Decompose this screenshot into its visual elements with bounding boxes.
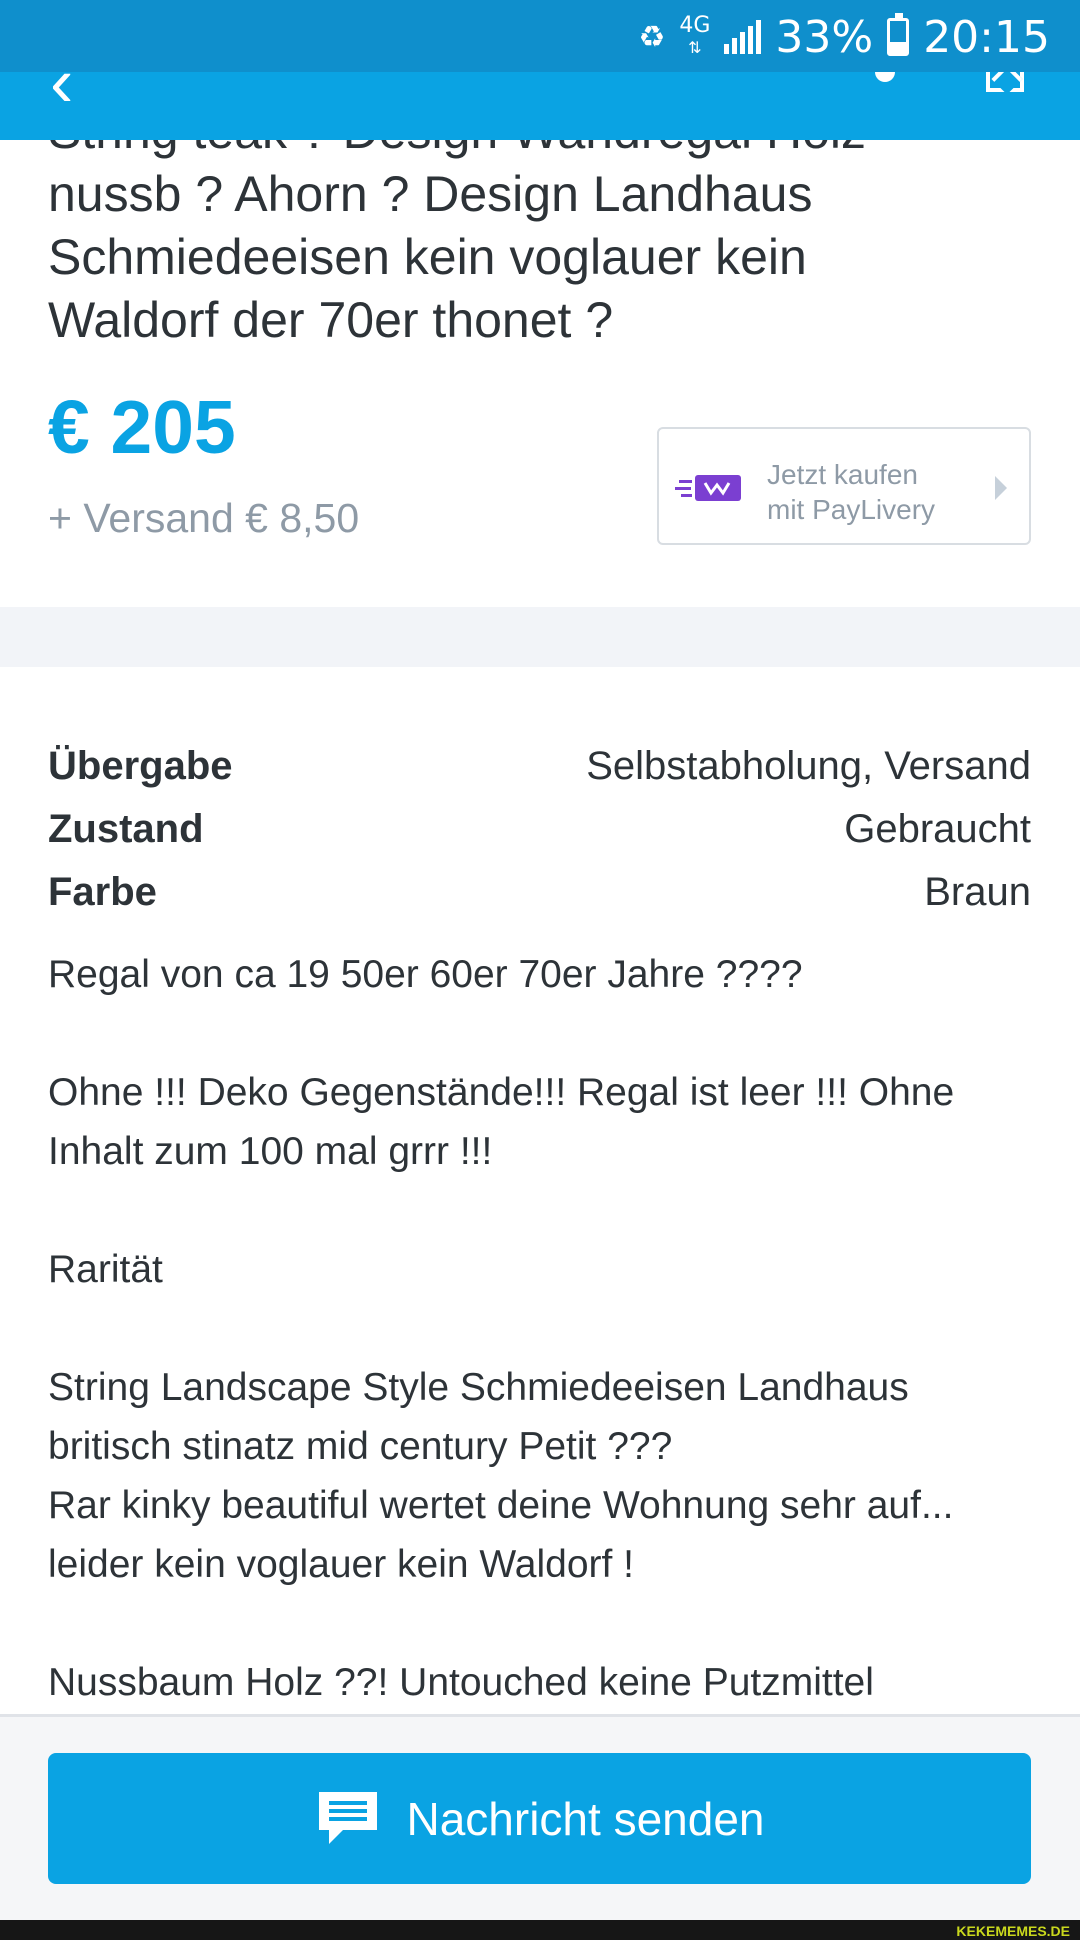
listing-content[interactable]: String teak ? Design Wandregal Holz nuss…	[0, 0, 1080, 1720]
bookmark-icon[interactable]	[986, 72, 1024, 92]
property-row: Farbe Braun	[48, 861, 1031, 924]
title-line: Waldorf der 70er thonet ?	[48, 292, 614, 348]
section-divider	[0, 607, 1080, 667]
description-line: britisch stinatz mid century Petit ???	[48, 1425, 673, 1468]
title-line: nussb ? Ahorn ? Design Landhaus	[48, 166, 813, 222]
description-line: leider kein voglauer kein Waldorf !	[48, 1543, 635, 1586]
property-key: Zustand	[48, 807, 204, 851]
description-line: Ohne !!! Deko Gegenstände!!! Regal ist l…	[48, 1071, 955, 1114]
description-line: Inhalt zum 100 mal grrr !!!	[48, 1130, 493, 1173]
back-arrow-icon[interactable]: ‹	[50, 72, 73, 122]
paylivery-line2: mit PayLivery	[767, 494, 936, 525]
shipping-cost: + Versand € 8,50	[48, 495, 360, 541]
listing-description: Regal von ca 19 50er 60er 70er Jahre ???…	[48, 945, 1038, 1712]
chat-bubble-icon	[318, 1791, 377, 1844]
more-options-icon[interactable]	[875, 72, 895, 82]
status-icons: ♻ 4G ⇅ 33% 20:15	[638, 10, 1050, 64]
property-key: Übergabe	[48, 744, 233, 788]
network-type-icon: 4G ⇅	[679, 13, 711, 58]
battery-icon	[887, 13, 910, 56]
paylivery-buy-button[interactable]: Jetzt kaufen mit PayLivery	[657, 427, 1031, 545]
clock: 20:15	[923, 11, 1050, 63]
paylivery-truck-icon	[675, 475, 741, 501]
bottom-action-bar: Nachricht senden	[0, 1714, 1080, 1920]
send-message-button[interactable]: Nachricht senden	[48, 1753, 1031, 1884]
watermark: KEKEMEMES.DE	[956, 1923, 1070, 1939]
description-line: Rarität	[48, 1248, 163, 1291]
description-line: Nussbaum Holz ??! Untouched keine Putzmi…	[48, 1661, 874, 1704]
property-value: Gebraucht	[844, 807, 1031, 851]
paylivery-label: Jetzt kaufen mit PayLivery	[767, 457, 935, 527]
property-row: Übergabe Selbstabholung, Versand	[48, 735, 1031, 798]
battery-percent: 33%	[775, 11, 874, 63]
description-line: Rar kinky beautiful wertet deine Wohnung…	[48, 1484, 954, 1527]
network-type-label: 4G	[679, 13, 711, 38]
app-bar: ‹	[0, 72, 1080, 140]
title-line: Schmiedeeisen kein voglauer kein	[48, 229, 807, 285]
battery-saver-icon: ♻	[638, 19, 666, 55]
description-line: String Landscape Style Schmiedeeisen Lan…	[48, 1366, 909, 1409]
property-key: Farbe	[48, 870, 157, 914]
signal-strength-icon	[724, 20, 762, 54]
property-row: Zustand Gebraucht	[48, 798, 1031, 861]
properties-list: Übergabe Selbstabholung, Versand Zustand…	[48, 735, 1031, 924]
paylivery-line1: Jetzt kaufen	[767, 459, 918, 490]
watermark-bar: KEKEMEMES.DE	[0, 1920, 1080, 1940]
send-message-label: Nachricht senden	[406, 1792, 765, 1845]
description-line: Regal von ca 19 50er 60er 70er Jahre ???…	[48, 953, 803, 996]
chevron-right-icon	[995, 476, 1007, 500]
property-value: Braun	[924, 870, 1031, 914]
listing-price: € 205	[48, 385, 236, 469]
status-bar: ♻ 4G ⇅ 33% 20:15	[0, 0, 1080, 72]
property-value: Selbstabholung, Versand	[586, 744, 1031, 788]
